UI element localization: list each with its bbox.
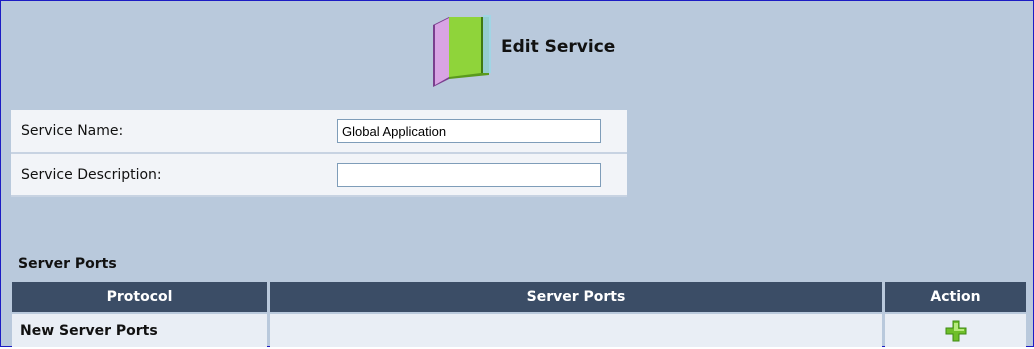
table-header-row: Protocol Server Ports Action <box>12 282 1026 312</box>
server-ports-section-title: Server Ports <box>18 256 117 272</box>
service-name-row: Service Name: <box>11 110 627 153</box>
page-title: Edit Service <box>501 37 616 57</box>
page-header: Edit Service <box>1 1 1033 99</box>
column-header-server-ports: Server Ports <box>270 282 882 312</box>
book-icon <box>433 15 491 87</box>
table-row: New Server Ports <box>12 314 1026 347</box>
server-ports-table: Protocol Server Ports Action New Server … <box>9 280 1029 349</box>
service-form: Service Name: Service Description: <box>11 110 627 197</box>
service-description-label: Service Description: <box>21 167 162 183</box>
column-header-protocol: Protocol <box>12 282 267 312</box>
service-name-input[interactable] <box>337 119 601 143</box>
edit-service-panel: Edit Service Service Name: Service Descr… <box>0 0 1034 347</box>
service-description-input[interactable] <box>337 162 601 187</box>
new-server-ports-link[interactable]: New Server Ports <box>12 314 267 347</box>
add-icon[interactable] <box>945 320 967 342</box>
service-description-row: Service Description: <box>11 153 627 196</box>
action-cell <box>885 314 1026 347</box>
column-header-action: Action <box>885 282 1026 312</box>
server-ports-cell <box>270 314 882 347</box>
service-name-label: Service Name: <box>21 123 124 139</box>
